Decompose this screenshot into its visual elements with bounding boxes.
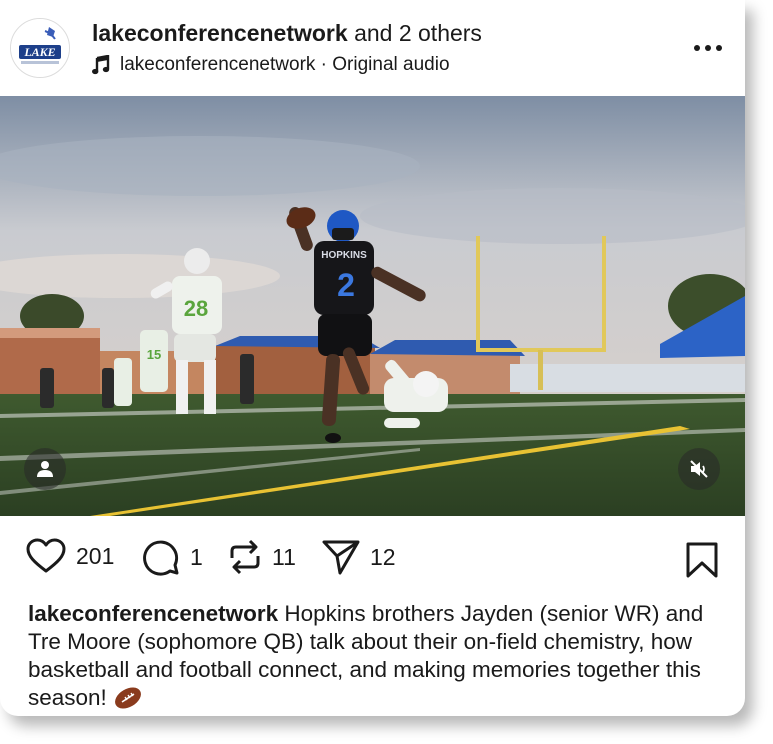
svg-text:HOPKINS: HOPKINS xyxy=(321,250,367,261)
caption-username[interactable]: lakeconferencenetwork xyxy=(28,601,278,626)
repost-count[interactable]: 11 xyxy=(272,544,296,571)
music-note-icon xyxy=(92,55,110,75)
repost-action: 11 xyxy=(228,538,296,576)
comment-count[interactable]: 1 xyxy=(190,544,203,571)
post-video[interactable]: 15 28 HOPKINS 2 xyxy=(0,96,745,516)
repost-icon[interactable] xyxy=(228,538,262,576)
football-emoji-icon xyxy=(115,687,141,709)
post-title: lakeconferencenetwork and 2 others xyxy=(92,20,482,47)
avatar[interactable]: LAKE xyxy=(10,18,70,78)
bookmark-icon xyxy=(686,542,718,578)
send-icon[interactable] xyxy=(322,538,360,576)
like-count[interactable]: 201 xyxy=(76,543,114,570)
more-button[interactable] xyxy=(690,36,726,60)
mute-button[interactable] xyxy=(678,448,720,490)
more-icon xyxy=(694,45,722,51)
audio-label: lakeconferencenetwork · Original audio xyxy=(120,54,450,75)
lake-logo-icon: LAKE xyxy=(11,19,69,77)
share-action: 12 xyxy=(322,538,396,576)
heart-icon[interactable] xyxy=(26,538,66,574)
tagged-users-button[interactable] xyxy=(24,448,66,490)
post-card: LAKE lakeconferencenetwork and 2 others … xyxy=(0,0,745,716)
post-caption: lakeconferencenetwork Hopkins brothers J… xyxy=(28,600,728,712)
save-button[interactable] xyxy=(686,542,718,583)
svg-text:15: 15 xyxy=(147,347,161,362)
svg-text:28: 28 xyxy=(184,296,208,321)
svg-text:2: 2 xyxy=(337,267,355,303)
audio-line[interactable]: lakeconferencenetwork · Original audio xyxy=(92,54,450,76)
post-header: LAKE lakeconferencenetwork and 2 others … xyxy=(0,0,745,96)
author-name[interactable]: lakeconferencenetwork xyxy=(92,20,348,46)
share-count[interactable]: 12 xyxy=(370,544,396,571)
action-bar: 201 1 11 12 xyxy=(0,530,745,588)
muted-speaker-icon xyxy=(690,460,708,478)
like-action: 201 xyxy=(26,538,114,574)
comment-action: 1 xyxy=(142,538,203,576)
comment-icon[interactable] xyxy=(142,538,180,576)
football-scene-image: 15 28 HOPKINS 2 xyxy=(0,96,745,516)
coauthors[interactable]: and 2 others xyxy=(354,20,482,46)
user-icon xyxy=(37,461,53,477)
svg-text:LAKE: LAKE xyxy=(23,45,55,59)
